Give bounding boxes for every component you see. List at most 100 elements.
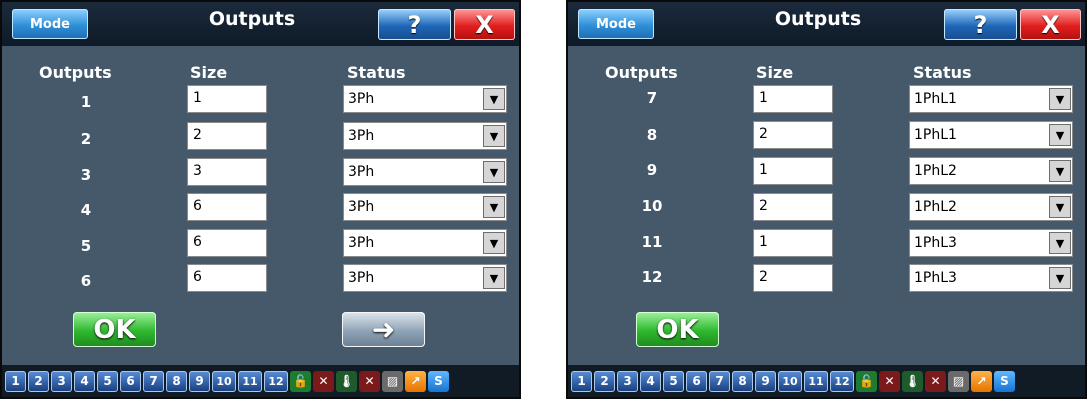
output-6-button[interactable]: 6 [120,370,141,392]
dropdown-arrow-icon[interactable]: ▼ [483,161,505,183]
dropdown-arrow-icon[interactable]: ▼ [1049,88,1071,110]
output-3-button[interactable]: 3 [617,370,638,392]
disconnect-icon[interactable]: ✕ [359,370,380,392]
output-9-button[interactable]: 9 [189,370,210,392]
size-input[interactable]: 1 [187,85,267,113]
output-number: 12 [641,268,663,286]
help-button[interactable]: ? [378,9,451,40]
output-12-button[interactable]: 12 [830,370,854,392]
help-button[interactable]: ? [944,9,1017,40]
status-select[interactable]: 3Ph ▼ [343,229,507,257]
output-7-button[interactable]: 7 [143,370,164,392]
fan-off-icon[interactable]: ✕ [313,370,334,392]
dropdown-arrow-icon[interactable]: ▼ [483,267,505,289]
ok-button[interactable]: OK [636,312,719,347]
dropdown-arrow-icon[interactable]: ▼ [483,125,505,147]
size-input[interactable]: 2 [753,193,833,221]
disabled-icon[interactable]: ▨ [382,370,403,392]
dropdown-arrow-icon[interactable]: ▼ [483,88,505,110]
size-input[interactable]: 2 [753,121,833,149]
status-select[interactable]: 3Ph ▼ [343,158,507,186]
status-select[interactable]: 1PhL1 ▼ [909,121,1073,149]
output-12-button[interactable]: 12 [264,370,288,392]
status-select[interactable]: 1PhL1 ▼ [909,85,1073,113]
status-select[interactable]: 3Ph ▼ [343,122,507,150]
settings-s-icon[interactable]: S [428,370,449,392]
dropdown-arrow-icon[interactable]: ▼ [1049,160,1071,182]
dropdown-arrow-icon[interactable]: ▼ [1049,196,1071,218]
output-10-button[interactable]: 10 [778,370,802,392]
status-select[interactable]: 1PhL2 ▼ [909,193,1073,221]
output-number: 3 [80,166,92,184]
fan-off-icon[interactable]: ✕ [879,370,900,392]
disabled-icon[interactable]: ▨ [948,370,969,392]
size-input[interactable]: 2 [187,122,267,150]
output-5-button[interactable]: 5 [663,370,684,392]
status-value: 3Ph [348,164,375,180]
close-icon: X [475,10,494,39]
output-4-button[interactable]: 4 [640,370,661,392]
settings-s-icon[interactable]: S [994,370,1015,392]
output-number: 2 [80,130,92,148]
lock-icon[interactable]: 🔓 [290,370,311,392]
thermometer-icon[interactable]: 🌡 [336,370,357,392]
ok-button[interactable]: OK [73,312,156,347]
dropdown-arrow-icon[interactable]: ▼ [483,196,505,218]
status-value: 3Ph [348,128,375,144]
output-8-button[interactable]: 8 [166,370,187,392]
status-value: 1PhL3 [914,270,957,286]
output-9-button[interactable]: 9 [755,370,776,392]
output-11-button[interactable]: 11 [238,370,262,392]
disconnect-icon[interactable]: ✕ [925,370,946,392]
size-input[interactable]: 1 [753,157,833,185]
size-input[interactable]: 1 [753,229,833,257]
size-input[interactable]: 6 [187,229,267,257]
dropdown-arrow-icon[interactable]: ▼ [1049,124,1071,146]
export-icon[interactable]: ↗ [405,370,426,392]
window-title: Outputs [208,8,296,30]
output-2-button[interactable]: 2 [28,370,49,392]
output-6-button[interactable]: 6 [686,370,707,392]
output-2-button[interactable]: 2 [594,370,615,392]
status-select[interactable]: 1PhL2 ▼ [909,157,1073,185]
status-value: 1PhL3 [914,235,957,251]
mode-button[interactable]: Mode [578,9,654,39]
size-input[interactable]: 3 [187,158,267,186]
window-title: Outputs [774,8,862,30]
dropdown-arrow-icon[interactable]: ▼ [1049,232,1071,254]
size-input[interactable]: 6 [187,193,267,221]
output-1-button[interactable]: 1 [571,370,592,392]
thermometer-icon[interactable]: 🌡 [902,370,923,392]
status-value: 3Ph [348,199,375,215]
dropdown-arrow-icon[interactable]: ▼ [1049,267,1071,289]
status-column-header: Status [347,63,406,82]
status-select[interactable]: 3Ph ▼ [343,85,507,113]
output-number: 11 [641,233,663,251]
status-select[interactable]: 1PhL3 ▼ [909,229,1073,257]
size-input[interactable]: 1 [753,85,833,113]
status-select[interactable]: 3Ph ▼ [343,264,507,292]
status-value: 1PhL2 [914,163,957,179]
size-input[interactable]: 2 [753,264,833,292]
lock-icon[interactable]: 🔓 [856,370,877,392]
output-5-button[interactable]: 5 [97,370,118,392]
close-button[interactable]: X [1020,9,1081,40]
close-button[interactable]: X [454,9,515,40]
output-10-button[interactable]: 10 [212,370,236,392]
size-input[interactable]: 6 [187,264,267,292]
mode-button[interactable]: Mode [12,9,88,39]
status-value: 3Ph [348,270,375,286]
export-icon[interactable]: ↗ [971,370,992,392]
outputs-column-header: Outputs [39,63,112,82]
output-3-button[interactable]: 3 [51,370,72,392]
status-select[interactable]: 1PhL3 ▼ [909,264,1073,292]
output-1-button[interactable]: 1 [5,370,26,392]
output-4-button[interactable]: 4 [74,370,95,392]
next-page-button[interactable]: ➜ [342,312,425,347]
output-8-button[interactable]: 8 [732,370,753,392]
output-11-button[interactable]: 11 [804,370,828,392]
output-7-button[interactable]: 7 [709,370,730,392]
status-select[interactable]: 3Ph ▼ [343,193,507,221]
size-column-header: Size [756,63,794,82]
dropdown-arrow-icon[interactable]: ▼ [483,232,505,254]
